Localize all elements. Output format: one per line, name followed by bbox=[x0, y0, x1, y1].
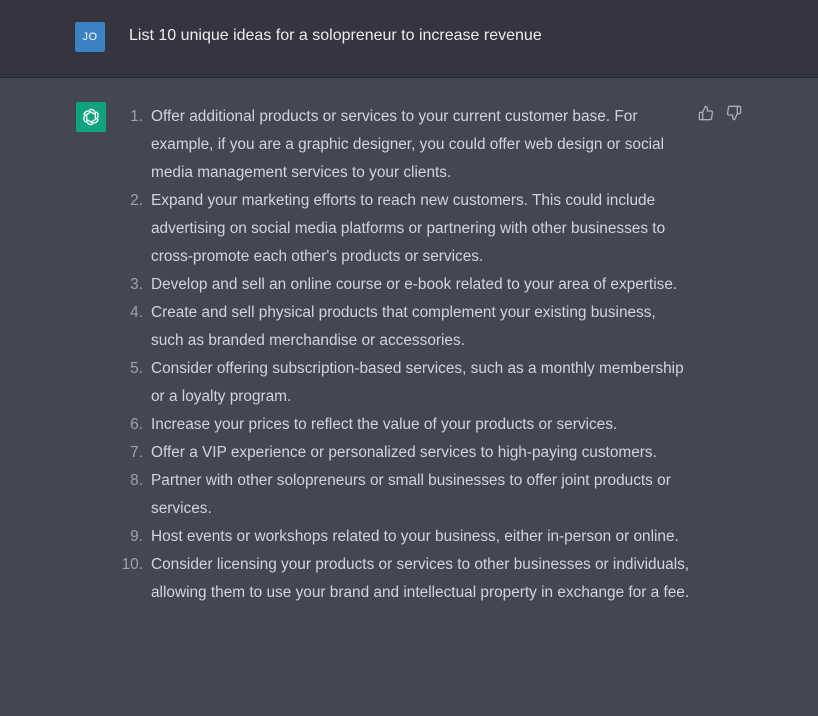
list-item: 7. Offer a VIP experience or personalized… bbox=[130, 439, 691, 467]
list-item-text: Consider licensing your products or serv… bbox=[151, 556, 690, 601]
list-item-text: Partner with other solopreneurs or small… bbox=[151, 472, 671, 517]
list-item-text: Host events or workshops related to your… bbox=[151, 528, 679, 545]
list-item-number: 4. bbox=[130, 304, 143, 321]
list-item-text: Develop and sell an online course or e-b… bbox=[151, 276, 678, 293]
list-item-number: 5. bbox=[130, 360, 143, 377]
list-item-text: Create and sell physical products that c… bbox=[151, 304, 656, 349]
list-item-number: 7. bbox=[130, 444, 143, 461]
list-item: 4. Create and sell physical products that… bbox=[130, 299, 691, 355]
list-item-number: 8. bbox=[130, 472, 143, 489]
user-message-text: List 10 unique ideas for a solopreneur t… bbox=[129, 27, 542, 44]
list-item: 5. Consider offering subscription-based s… bbox=[130, 355, 691, 411]
openai-logo-icon bbox=[76, 102, 106, 132]
list-item: 3. Develop and sell an online course or e… bbox=[130, 271, 691, 299]
list-item: 2. Expand your marketing efforts to reach… bbox=[130, 187, 691, 271]
list-item-number: 1. bbox=[130, 108, 143, 125]
list-item-number: 6. bbox=[130, 416, 143, 433]
list-item: 6. Increase your prices to reflect the va… bbox=[130, 411, 691, 439]
list-item: 1. Offer additional products or services … bbox=[130, 103, 691, 187]
user-message-row: JO List 10 unique ideas for a solopreneu… bbox=[0, 0, 818, 78]
list-item-number: 3. bbox=[130, 276, 143, 293]
list-item-text: Offer additional products or services to… bbox=[151, 108, 665, 181]
thumbs-down-icon[interactable] bbox=[726, 105, 742, 121]
assistant-response: 1. Offer additional products or services … bbox=[122, 103, 691, 607]
list-item-number: 2. bbox=[130, 192, 143, 209]
idea-list: 1. Offer additional products or services … bbox=[122, 103, 691, 607]
list-item-text: Consider offering subscription-based ser… bbox=[151, 360, 684, 405]
list-item-text: Expand your marketing efforts to reach n… bbox=[151, 192, 666, 265]
list-item: 8. Partner with other solopreneurs or sma… bbox=[130, 467, 691, 523]
list-item-number: 9. bbox=[130, 528, 143, 545]
list-item-text: Increase your prices to reflect the valu… bbox=[151, 416, 618, 433]
list-item-number: 10. bbox=[121, 556, 143, 573]
thumbs-up-icon[interactable] bbox=[698, 105, 714, 121]
list-item-text: Offer a VIP experience or personalized s… bbox=[151, 444, 657, 461]
feedback-buttons bbox=[698, 105, 742, 121]
assistant-message-row: 1. Offer additional products or services … bbox=[0, 78, 818, 716]
user-avatar: JO bbox=[75, 22, 105, 52]
list-item: 9. Host events or workshops related to yo… bbox=[130, 523, 691, 551]
list-item: 10. Consider licensing your products or s… bbox=[122, 551, 691, 607]
